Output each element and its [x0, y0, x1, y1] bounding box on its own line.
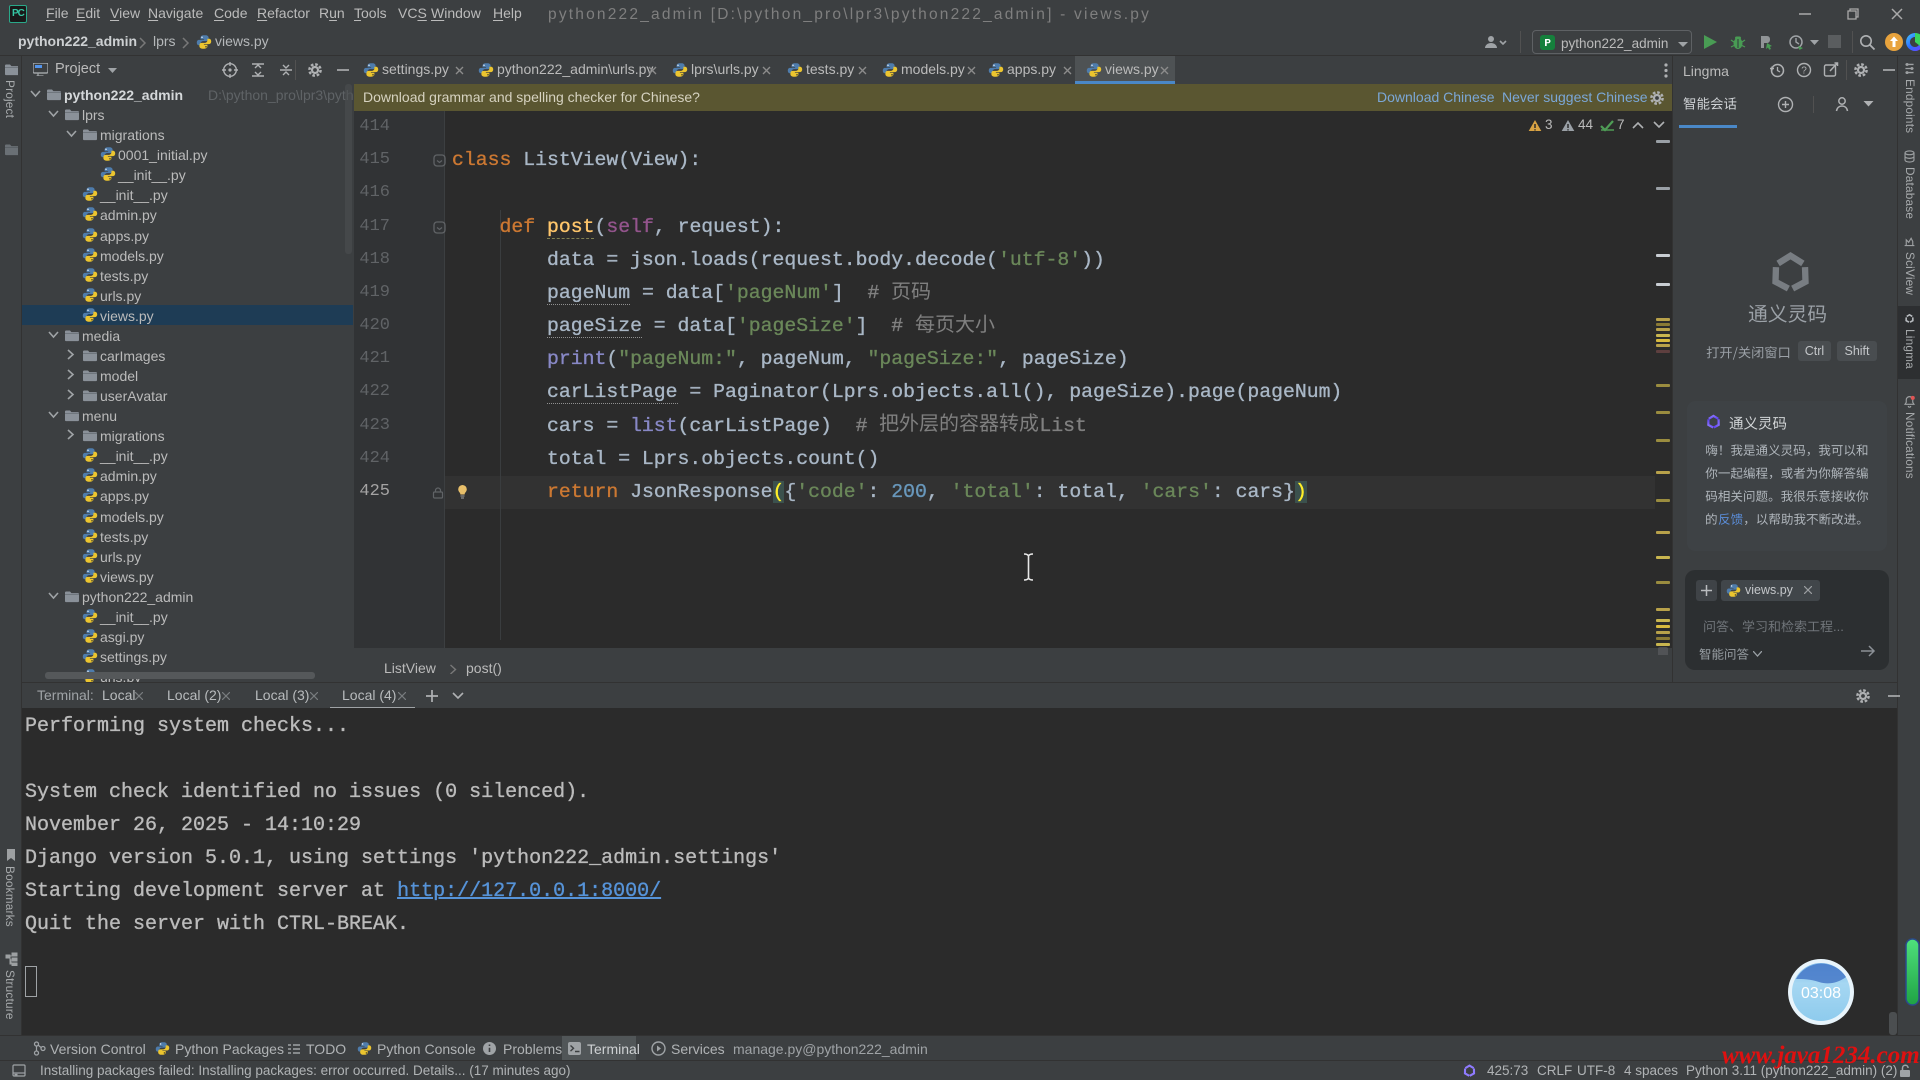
- svg-text:03:08: 03:08: [1801, 985, 1841, 1002]
- svg-text:?: ?: [1801, 66, 1807, 77]
